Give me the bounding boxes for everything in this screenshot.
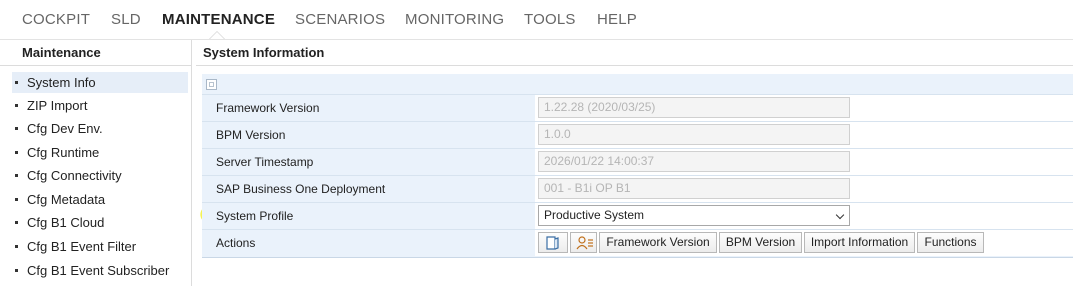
bullet: [15, 104, 18, 107]
row-deployment: SAP Business One Deployment 001 - B1i OP…: [202, 175, 1073, 202]
sidebar-item-label: Cfg B1 Event Subscriber: [27, 263, 170, 278]
bpm-version-field: 1.0.0: [538, 124, 850, 145]
value-cell: Productive System: [535, 203, 1073, 229]
sidebar-title: Maintenance: [0, 40, 191, 66]
sidebar-item-label: Cfg Runtime: [27, 145, 100, 160]
sidebar-item-cfg-metadata[interactable]: Cfg Metadata: [12, 189, 188, 210]
top-navigation: COCKPIT SLD MAINTENANCE SCENARIOS MONITO…: [0, 0, 1073, 40]
sidebar-item-cfg-connectivity[interactable]: Cfg Connectivity: [12, 165, 188, 186]
sidebar-item-cfg-b1-event-filter[interactable]: Cfg B1 Event Filter: [12, 236, 188, 257]
bullet: [15, 127, 18, 130]
bullet: [15, 151, 18, 154]
value-cell: Framework Version BPM Version Import Inf…: [535, 230, 1073, 256]
system-profile-select[interactable]: Productive System: [538, 205, 850, 226]
chevron-down-icon: [835, 210, 845, 220]
sidebar: Maintenance System Info ZIP Import Cfg D…: [0, 40, 192, 286]
row-bpm-version: BPM Version 1.0.0: [202, 121, 1073, 148]
nav-cockpit[interactable]: COCKPIT: [22, 11, 90, 28]
value-cell: 1.0.0: [535, 122, 1073, 148]
bullet: [15, 245, 18, 248]
row-server-timestamp: Server Timestamp 2026/01/22 14:00:37: [202, 148, 1073, 175]
sidebar-item-label: Cfg Connectivity: [27, 168, 122, 183]
sidebar-item-label: Cfg Dev Env.: [27, 121, 103, 136]
nav-tools[interactable]: TOOLS: [524, 11, 576, 28]
collapse-icon[interactable]: [206, 79, 217, 90]
nav-help[interactable]: HELP: [597, 11, 637, 28]
sidebar-item-label: Cfg Metadata: [27, 192, 106, 207]
sidebar-item-cfg-dev-env[interactable]: Cfg Dev Env.: [12, 118, 188, 139]
field-label: System Profile: [216, 209, 294, 223]
import-information-button[interactable]: Import Information: [804, 232, 915, 253]
sidebar-item-label: ZIP Import: [27, 98, 88, 113]
sidebar-item-label: Cfg B1 Cloud: [27, 215, 105, 230]
bullet: [15, 269, 18, 272]
field-label: Framework Version: [216, 101, 320, 115]
bullet: [15, 221, 18, 224]
field-label: Server Timestamp: [216, 155, 314, 169]
sidebar-item-system-info[interactable]: System Info: [12, 72, 188, 93]
field-label: SAP Business One Deployment: [216, 182, 386, 196]
sidebar-item-label: Cfg B1 Event Filter: [27, 239, 137, 254]
row-framework-version: Framework Version 1.22.28 (2020/03/25): [202, 94, 1073, 121]
framework-version-field: 1.22.28 (2020/03/25): [538, 97, 850, 118]
value-cell: 1.22.28 (2020/03/25): [535, 95, 1073, 121]
bullet: [15, 81, 18, 84]
sidebar-item-zip-import[interactable]: ZIP Import: [12, 95, 188, 116]
value-cell: 001 - B1i OP B1: [535, 176, 1073, 202]
row-system-profile: System Profile Productive System: [202, 202, 1073, 229]
sidebar-item-label: System Info: [27, 75, 96, 90]
selected-value: Productive System: [544, 208, 645, 222]
functions-button[interactable]: Functions: [917, 232, 984, 253]
sidebar-item-cfg-b1-event-subscriber[interactable]: Cfg B1 Event Subscriber: [12, 260, 188, 281]
bullet: [15, 174, 18, 177]
server-timestamp-field: 2026/01/22 14:00:37: [538, 151, 850, 172]
sidebar-item-cfg-b1-cloud[interactable]: Cfg B1 Cloud: [12, 212, 188, 233]
value-cell: 2026/01/22 14:00:37: [535, 149, 1073, 175]
user-list-icon: [576, 236, 593, 250]
field-label: BPM Version: [216, 128, 286, 142]
bpm-version-button[interactable]: BPM Version: [719, 232, 802, 253]
nav-sld[interactable]: SLD: [111, 11, 141, 28]
nav-monitoring[interactable]: MONITORING: [405, 11, 504, 28]
nav-scenarios[interactable]: SCENARIOS: [295, 11, 385, 28]
field-label: Actions: [216, 236, 256, 250]
framework-version-button[interactable]: Framework Version: [599, 232, 717, 253]
document-icon: [546, 236, 559, 250]
bullet: [15, 198, 18, 201]
nav-maintenance[interactable]: MAINTENANCE: [162, 11, 275, 28]
document-button[interactable]: [538, 232, 568, 253]
deployment-field: 001 - B1i OP B1: [538, 178, 850, 199]
page-title: System Information: [196, 40, 1073, 66]
sidebar-item-cfg-runtime[interactable]: Cfg Runtime: [12, 142, 188, 163]
active-tab-indicator: [209, 31, 225, 39]
row-actions: Actions Framework Version BPM Version Im…: [202, 229, 1073, 256]
system-info-panel: Framework Version 1.22.28 (2020/03/25) B…: [202, 74, 1073, 258]
user-list-button[interactable]: [570, 232, 597, 253]
